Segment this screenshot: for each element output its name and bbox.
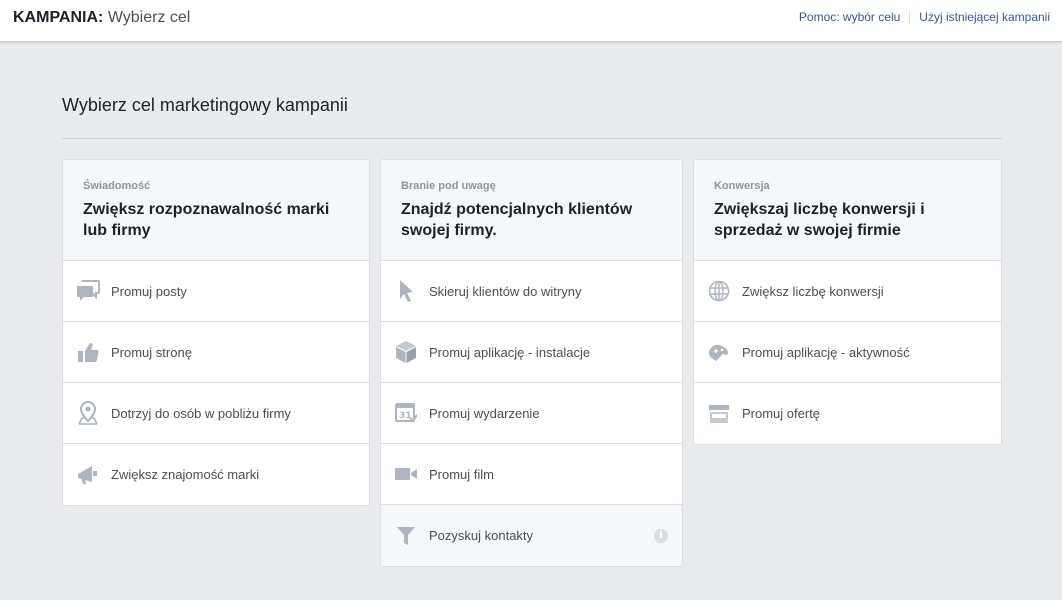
divider bbox=[62, 138, 1002, 139]
objective-video[interactable]: Promuj film bbox=[381, 444, 682, 505]
objective-promote-page[interactable]: Promuj stronę bbox=[63, 322, 369, 383]
objective-label: Dotrzyj do osób w pobliżu firmy bbox=[111, 405, 291, 421]
funnel-icon bbox=[393, 523, 419, 549]
card-awareness: Świadomość Zwiększ rozpoznawalność marki… bbox=[62, 159, 370, 506]
card-conversion: Konwersja Zwiększaj liczbę konwersji i s… bbox=[693, 159, 1002, 445]
objective-label: Skieruj klientów do witryny bbox=[429, 283, 582, 299]
objective-label: Pozyskuj kontakty bbox=[429, 528, 534, 543]
goal-title: Znajdź potencjalnych klientów swojej fir… bbox=[401, 201, 633, 239]
objective-lead-generation[interactable]: Pozyskuj kontakty i bbox=[381, 505, 682, 566]
card-consideration: Branie pod uwagę Znajdź potencjalnych kl… bbox=[380, 159, 683, 567]
header-links: Pomoc: wybór celu Użyj istniejącej kampa… bbox=[799, 10, 1050, 24]
objective-promote-posts[interactable]: Promuj posty bbox=[63, 261, 369, 322]
thumbs-up-icon bbox=[75, 339, 101, 365]
objective-label: Promuj aplikację - aktywność bbox=[742, 344, 910, 360]
comments-icon bbox=[75, 278, 101, 304]
megaphone-icon bbox=[75, 462, 101, 488]
calendar-day: 31 bbox=[399, 411, 412, 421]
use-existing-campaign-link[interactable]: Użyj istniejącej kampanii bbox=[919, 10, 1050, 24]
objective-label: Zwiększ liczbę konwersji bbox=[742, 283, 884, 299]
top-bar: KAMPANIA: Wybierz cel Pomoc: wybór celu … bbox=[0, 0, 1062, 42]
objective-label: Promuj wydarzenie bbox=[429, 405, 540, 421]
objective-website-traffic[interactable]: Skieruj klientów do witryny bbox=[381, 261, 682, 322]
section-heading: Wybierz cel marketingowy kampanii bbox=[62, 95, 348, 115]
link-divider bbox=[909, 10, 911, 24]
objective-label: Promuj film bbox=[429, 466, 495, 482]
objective-label: Promuj ofertę bbox=[742, 406, 821, 421]
category-label: Branie pod uwagę bbox=[401, 180, 496, 192]
objective-conversions[interactable]: Zwiększ liczbę konwersji bbox=[694, 261, 1001, 322]
card-header: Konwersja Zwiększaj liczbę konwersji i s… bbox=[694, 160, 1001, 261]
title-subtitle: Wybierz cel bbox=[107, 9, 191, 26]
info-icon[interactable]: i bbox=[654, 529, 668, 543]
category-label: Świadomość bbox=[83, 180, 151, 192]
objective-event[interactable]: 31 Promuj wydarzenie bbox=[381, 383, 682, 444]
objective-label: Promuj aplikację - instalacje bbox=[429, 344, 591, 360]
objective-label: Promuj stronę bbox=[111, 344, 192, 360]
objective-offer[interactable]: Promuj ofertę bbox=[694, 383, 1001, 444]
objective-label: Promuj posty bbox=[111, 283, 187, 299]
goal-title: Zwiększ rozpoznawalność marki lub firmy bbox=[83, 201, 330, 239]
card-header: Branie pod uwagę Znajdź potencjalnych kl… bbox=[381, 160, 682, 261]
store-icon bbox=[706, 401, 732, 427]
cursor-icon bbox=[393, 278, 419, 304]
objective-app-installs[interactable]: Promuj aplikację - instalacje bbox=[381, 322, 682, 383]
objective-reach-nearby[interactable]: Dotrzyj do osób w pobliżu firmy bbox=[63, 383, 369, 444]
calendar-icon: 31 bbox=[393, 400, 419, 426]
page-title: KAMPANIA: Wybierz cel bbox=[13, 9, 190, 27]
category-label: Konwersja bbox=[714, 180, 770, 192]
location-pin-icon bbox=[75, 400, 101, 426]
objective-label: Zwiększ znajomość marki bbox=[111, 467, 260, 482]
card-header: Świadomość Zwiększ rozpoznawalność marki… bbox=[63, 160, 369, 261]
gamepad-icon bbox=[706, 339, 732, 365]
video-camera-icon bbox=[393, 461, 419, 487]
app-box-icon bbox=[393, 339, 419, 365]
objective-app-engagement[interactable]: Promuj aplikację - aktywność bbox=[694, 322, 1001, 383]
objective-brand-awareness[interactable]: Zwiększ znajomość marki bbox=[63, 444, 369, 505]
help-link[interactable]: Pomoc: wybór celu bbox=[799, 10, 900, 24]
globe-icon bbox=[706, 278, 732, 304]
goal-title: Zwiększaj liczbę konwersji i sprzedaż w … bbox=[714, 201, 925, 239]
title-bold: KAMPANIA: bbox=[13, 9, 104, 26]
